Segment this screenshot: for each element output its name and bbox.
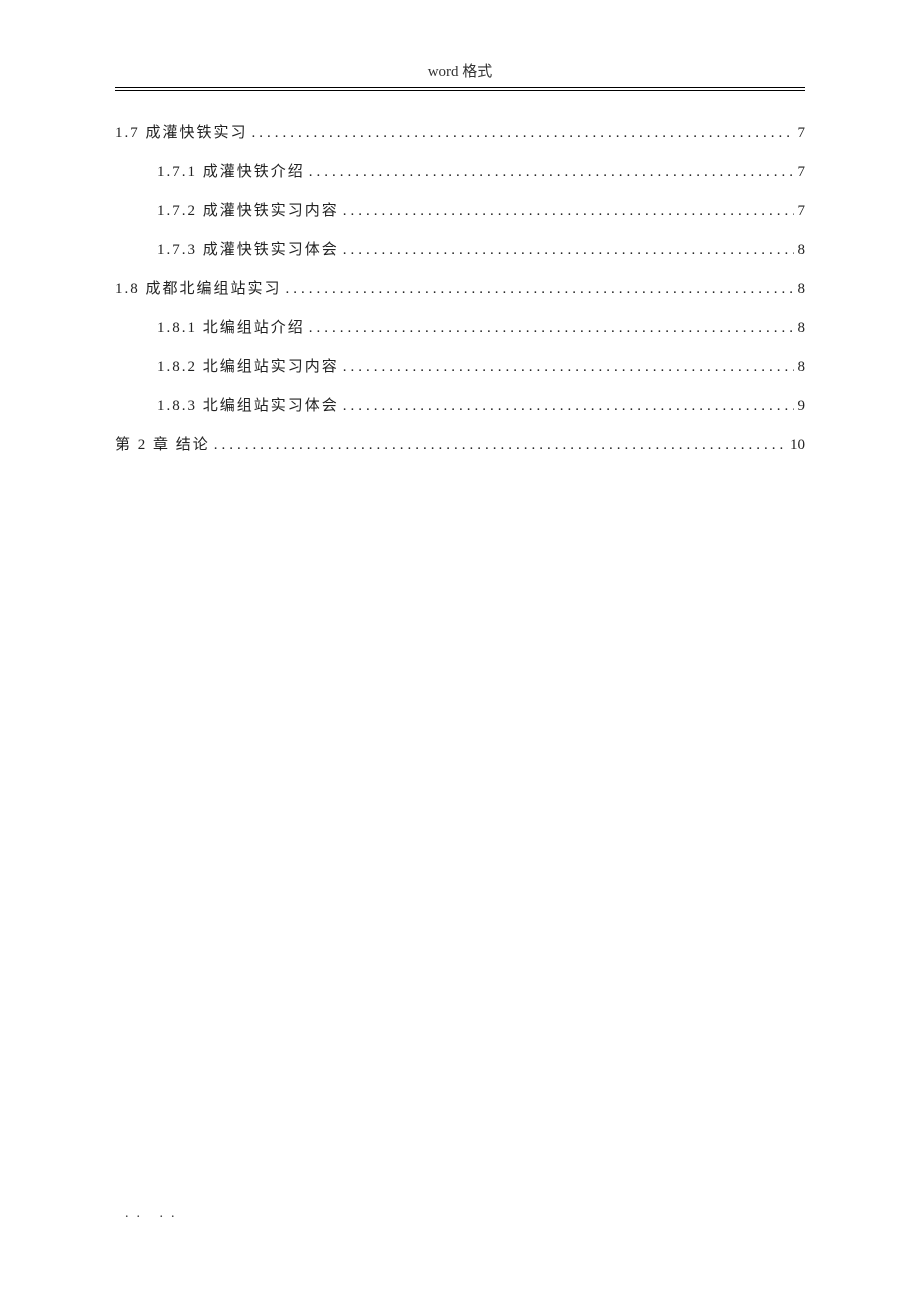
toc-label: 1.8.2 北编组站实习内容	[157, 355, 339, 376]
header-rule-top	[115, 87, 805, 88]
toc-leader-dots	[282, 281, 794, 298]
toc-page-number: 10	[786, 437, 805, 454]
toc-leader-dots	[339, 242, 794, 259]
toc-page-number: 7	[794, 203, 806, 220]
toc-page-number: 8	[794, 320, 806, 337]
toc-leader-dots	[210, 437, 786, 454]
toc-leader-dots	[339, 398, 794, 415]
toc-entry[interactable]: 1.8.1 北编组站介绍 8	[115, 316, 805, 337]
toc-page-number: 8	[794, 359, 806, 376]
toc-leader-dots	[248, 125, 794, 142]
toc-label: 1.7.3 成灌快铁实习体会	[157, 238, 339, 259]
document-page: word 格式 1.7 成灌快铁实习 7 1.7.1 成灌快铁介绍 7 1.7.…	[0, 0, 920, 454]
toc-label: 1.7 成灌快铁实习	[115, 121, 248, 142]
toc-label: 1.8 成都北编组站实习	[115, 277, 282, 298]
toc-entry[interactable]: 1.8.3 北编组站实习体会 9	[115, 394, 805, 415]
toc-page-number: 7	[794, 125, 806, 142]
header-title: word 格式	[428, 64, 493, 80]
toc-leader-dots	[339, 359, 794, 376]
toc-entry[interactable]: 1.8 成都北编组站实习 8	[115, 277, 805, 298]
toc-page-number: 8	[794, 242, 806, 259]
toc-label: 1.8.3 北编组站实习体会	[157, 394, 339, 415]
toc-entry[interactable]: 1.8.2 北编组站实习内容 8	[115, 355, 805, 376]
table-of-contents: 1.7 成灌快铁实习 7 1.7.1 成灌快铁介绍 7 1.7.2 成灌快铁实习…	[115, 121, 805, 454]
toc-page-number: 7	[794, 164, 806, 181]
toc-page-number: 9	[794, 398, 806, 415]
toc-leader-dots	[339, 203, 794, 220]
toc-entry[interactable]: 1.7.3 成灌快铁实习体会 8	[115, 238, 805, 259]
toc-entry[interactable]: 第 2 章 结论 10	[115, 433, 805, 454]
footer-mark: .. ..	[125, 1206, 183, 1222]
toc-label: 1.8.1 北编组站介绍	[157, 316, 305, 337]
page-header: word 格式	[115, 60, 805, 87]
toc-page-number: 8	[794, 281, 806, 298]
toc-leader-dots	[305, 164, 794, 181]
toc-entry[interactable]: 1.7.2 成灌快铁实习内容 7	[115, 199, 805, 220]
header-rule-bottom	[115, 90, 805, 91]
toc-entry[interactable]: 1.7 成灌快铁实习 7	[115, 121, 805, 142]
toc-label: 1.7.1 成灌快铁介绍	[157, 160, 305, 181]
toc-leader-dots	[305, 320, 794, 337]
toc-entry[interactable]: 1.7.1 成灌快铁介绍 7	[115, 160, 805, 181]
toc-label: 第 2 章 结论	[115, 433, 210, 454]
toc-label: 1.7.2 成灌快铁实习内容	[157, 199, 339, 220]
